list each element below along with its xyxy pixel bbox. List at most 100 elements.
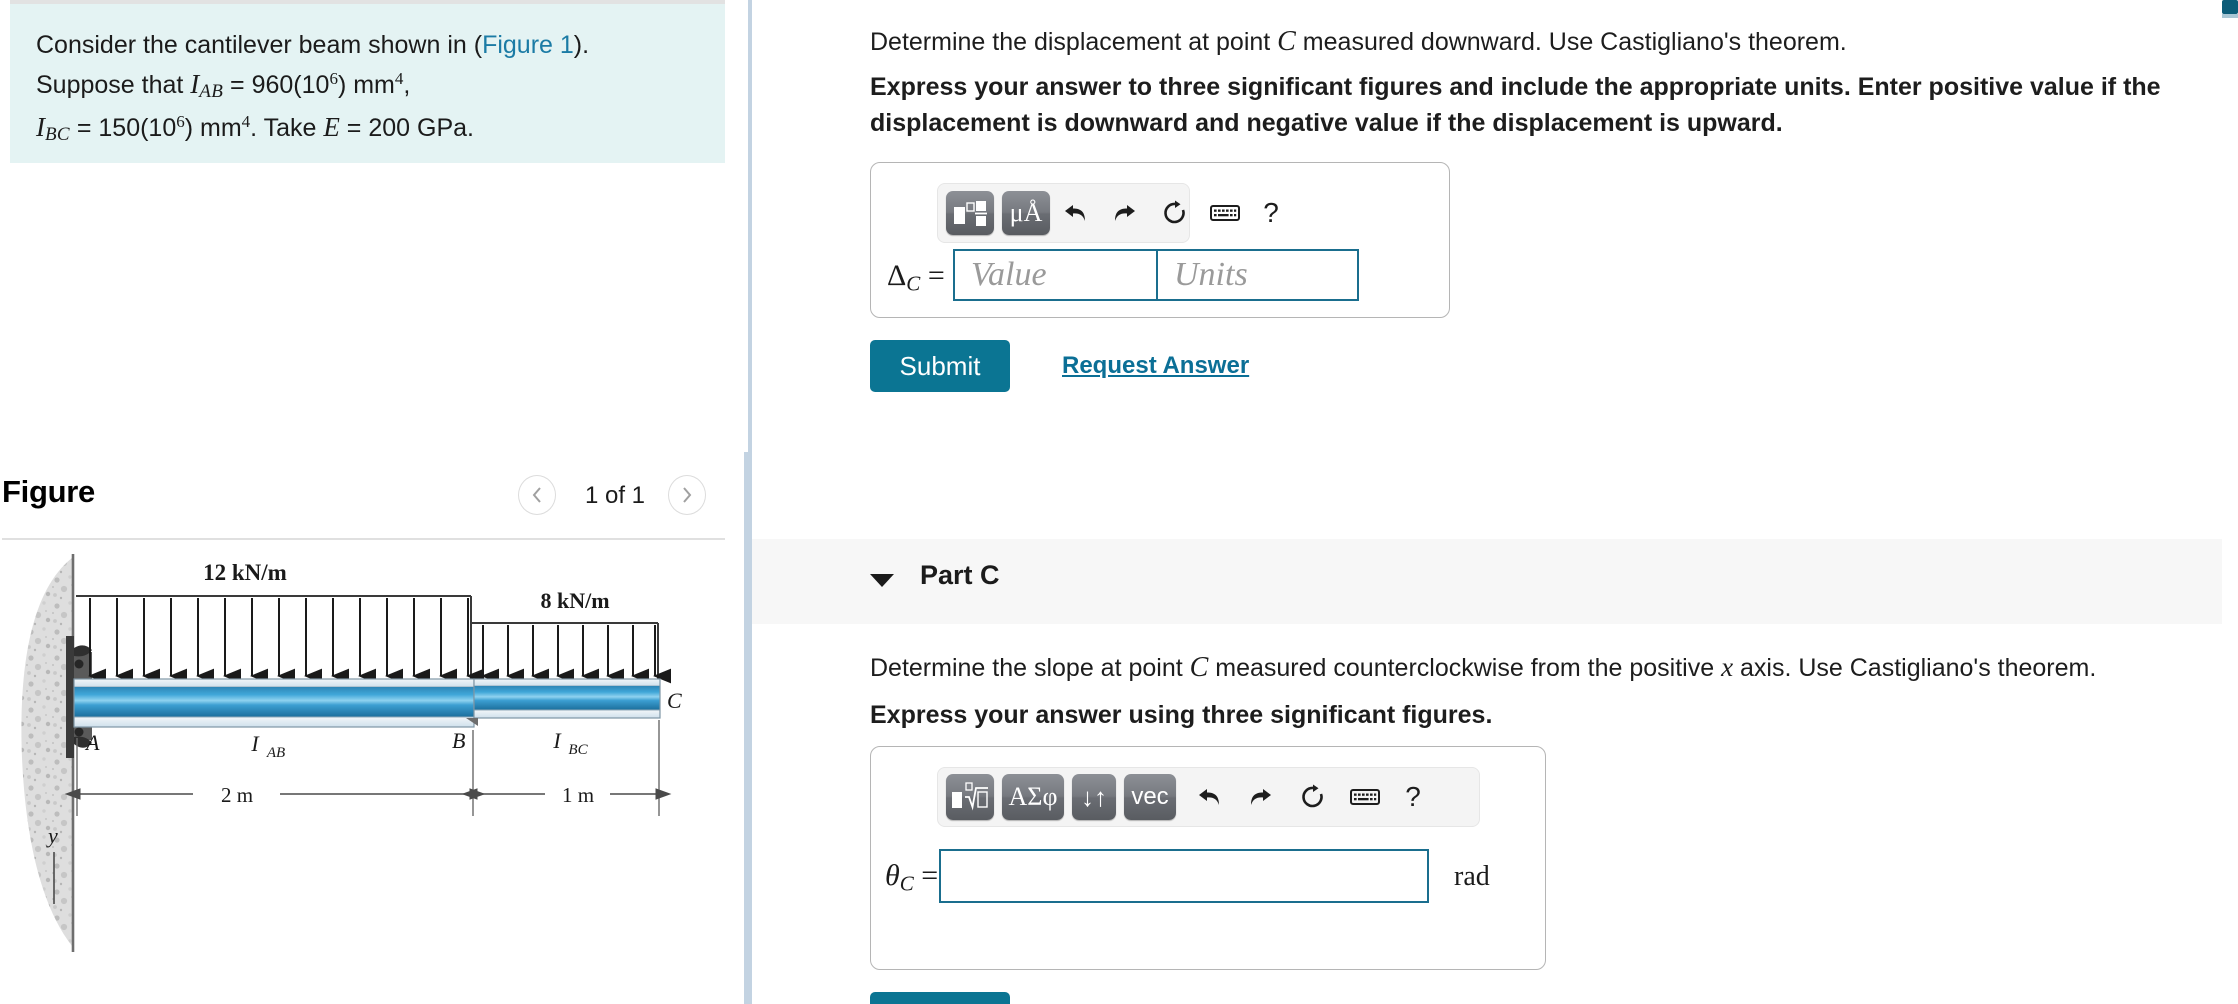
partc-submit-button[interactable]: Submit — [870, 992, 1010, 1004]
partc-question: Determine the slope at point C measured … — [870, 648, 2210, 688]
symbol-I-AB: I — [190, 69, 200, 99]
problem-line-1-pre: Consider the cantilever beam shown in ( — [36, 31, 483, 59]
exponent-6-a: 6 — [329, 69, 338, 89]
distributed-load-AB — [76, 595, 484, 688]
redo-icon[interactable] — [1108, 196, 1142, 230]
exponent-4-b: 4 — [241, 112, 251, 132]
subscript-BC: BC — [45, 124, 70, 146]
help-icon[interactable]: ? — [1400, 780, 1426, 814]
inertia-label-BC: I BC — [552, 728, 588, 758]
inertia-AB-sub: AB — [266, 745, 285, 761]
inertia-BC-sub: BC — [568, 742, 588, 758]
left-panel: Consider the cantilever beam shown in (F… — [0, 0, 748, 1004]
reset-icon[interactable] — [1158, 196, 1192, 230]
greek-symbols-button[interactable]: ΑΣφ — [1002, 774, 1064, 820]
partb-value-input[interactable] — [953, 249, 1158, 301]
partb-units-input[interactable] — [1156, 249, 1359, 301]
partb-question: Determine the displacement at point C me… — [870, 22, 2200, 62]
partc-question-mid: measured counterclockwise from the posit… — [1208, 654, 1722, 682]
figure-divider-rule — [2, 538, 725, 540]
template-radical-button[interactable] — [946, 774, 994, 820]
keyboard-icon[interactable] — [1208, 196, 1242, 230]
partb-instruction: Express your answer to three significant… — [870, 73, 2161, 137]
vertical-scrollbar-track[interactable] — [2222, 0, 2238, 1004]
partc-question-post: axis. Use Castigliano's theorem. — [1733, 654, 2097, 682]
inertia-label-AB: I AB — [250, 731, 285, 761]
beam-segment-AB — [73, 678, 475, 728]
partc-answer-card: ΑΣφ ↓↑ vec ? θC = rad — [870, 746, 1546, 970]
equals-sign: = — [913, 859, 939, 892]
equals-sign: = — [920, 259, 945, 292]
partc-header-bar[interactable]: Part C — [752, 539, 2238, 624]
problem-line-2: Suppose that IAB = 960(106) mm4, — [36, 64, 699, 107]
problem-line-2-end: , — [403, 71, 411, 99]
vertical-scrollbar-thumb-tail — [2222, 14, 2238, 18]
partb-field-label: ΔC = — [887, 259, 945, 296]
partb-submit-button[interactable]: Submit — [870, 340, 1010, 392]
problem-line-3: IBC = 150(106) mm4. Take E = 200 GPa. — [36, 107, 699, 150]
undo-arrow-icon — [1065, 205, 1085, 221]
fraction-icon — [954, 201, 987, 226]
keyboard-glyph-icon — [1210, 205, 1240, 221]
redo-arrow-icon — [1115, 205, 1135, 221]
inertia-AB-var: I — [250, 731, 260, 756]
beam-segment-BC — [466, 678, 661, 726]
reset-icon[interactable] — [1296, 780, 1330, 814]
partb-request-answer-link[interactable]: Request Answer — [1062, 352, 1249, 380]
problem-line-3-mid: ) mm — [184, 114, 242, 143]
subscript-AB: AB — [199, 81, 224, 103]
partb-toolbar: μÅ ? — [937, 183, 1279, 243]
caret-down-icon[interactable] — [870, 574, 894, 587]
problem-line-2-mid: ) mm — [337, 71, 395, 99]
partb-answer-card: μÅ ? ΔC = Value Units — [870, 162, 1450, 318]
partc-symbol-C: C — [1189, 652, 1209, 683]
figure-title: Figure — [2, 474, 95, 509]
load-label-BC: 8 kN/m — [540, 588, 609, 613]
problem-line-3-end: = 200 GPa. — [339, 114, 474, 143]
figure-diagram-container[interactable]: 12 kN/m 8 kN/m A B C I AB I BC 2 m 1 m y — [0, 548, 748, 1004]
panel-divider-lower[interactable] — [744, 452, 752, 1004]
problem-line-1: Consider the cantilever beam shown in (F… — [36, 26, 699, 64]
help-icon[interactable]: ? — [1258, 196, 1284, 230]
undo-icon[interactable] — [1192, 780, 1226, 814]
symbol-I-BC: I — [36, 112, 45, 143]
delta-subscript-C: C — [906, 271, 921, 296]
redo-icon[interactable] — [1244, 780, 1278, 814]
theta-subscript-C: C — [899, 871, 914, 896]
inertia-BC-var: I — [552, 728, 562, 753]
node-label-B: B — [452, 728, 465, 753]
delta-symbol: Δ — [887, 259, 907, 292]
keyboard-glyph-icon — [1350, 789, 1380, 805]
problem-line-3-take: . Take — [250, 114, 324, 143]
partc-answer-input[interactable] — [939, 849, 1429, 903]
arrows-button[interactable]: ↓↑ — [1072, 774, 1116, 820]
problem-line-1-post: ). — [573, 31, 590, 59]
symbol-E: E — [323, 112, 340, 143]
undo-icon[interactable] — [1058, 196, 1092, 230]
partb-question-pre: Determine the displacement at point — [870, 28, 1278, 56]
load-label-AB: 12 kN/m — [203, 560, 287, 585]
template-fraction-button[interactable] — [946, 191, 994, 235]
reset-circular-arrow-icon — [1164, 200, 1185, 224]
figure-1-link[interactable]: Figure 1 — [482, 31, 574, 59]
figure-page-indicator: 1 of 1 — [584, 482, 646, 509]
keyboard-icon[interactable] — [1348, 780, 1382, 814]
dimension-label-AB: 2 m — [221, 783, 253, 807]
node-label-A: A — [84, 730, 100, 755]
problem-line-2-eq: = 960(10 — [223, 71, 330, 99]
vertical-scrollbar-thumb[interactable] — [2222, 0, 2238, 14]
problem-line-2-pre: Suppose that — [36, 71, 191, 99]
cantilever-beam-diagram: 12 kN/m 8 kN/m A B C I AB I BC 2 m 1 m y — [21, 554, 682, 952]
partb-symbol-C: C — [1277, 26, 1296, 57]
figure-next-button[interactable] — [668, 475, 706, 515]
page-root: Consider the cantilever beam shown in (F… — [0, 0, 2238, 1004]
partc-field-label: θC = — [885, 859, 938, 896]
vector-button[interactable]: vec — [1124, 774, 1176, 820]
partc-question-pre: Determine the slope at point — [870, 654, 1190, 682]
figure-header: Figure 1 of 1 — [0, 470, 725, 538]
node-label-C: C — [667, 688, 682, 713]
axis-label-y: y — [46, 823, 58, 848]
radical-icon — [952, 782, 988, 811]
figure-prev-button[interactable] — [518, 475, 556, 515]
units-mu-angstrom-button[interactable]: μÅ — [1002, 191, 1050, 235]
